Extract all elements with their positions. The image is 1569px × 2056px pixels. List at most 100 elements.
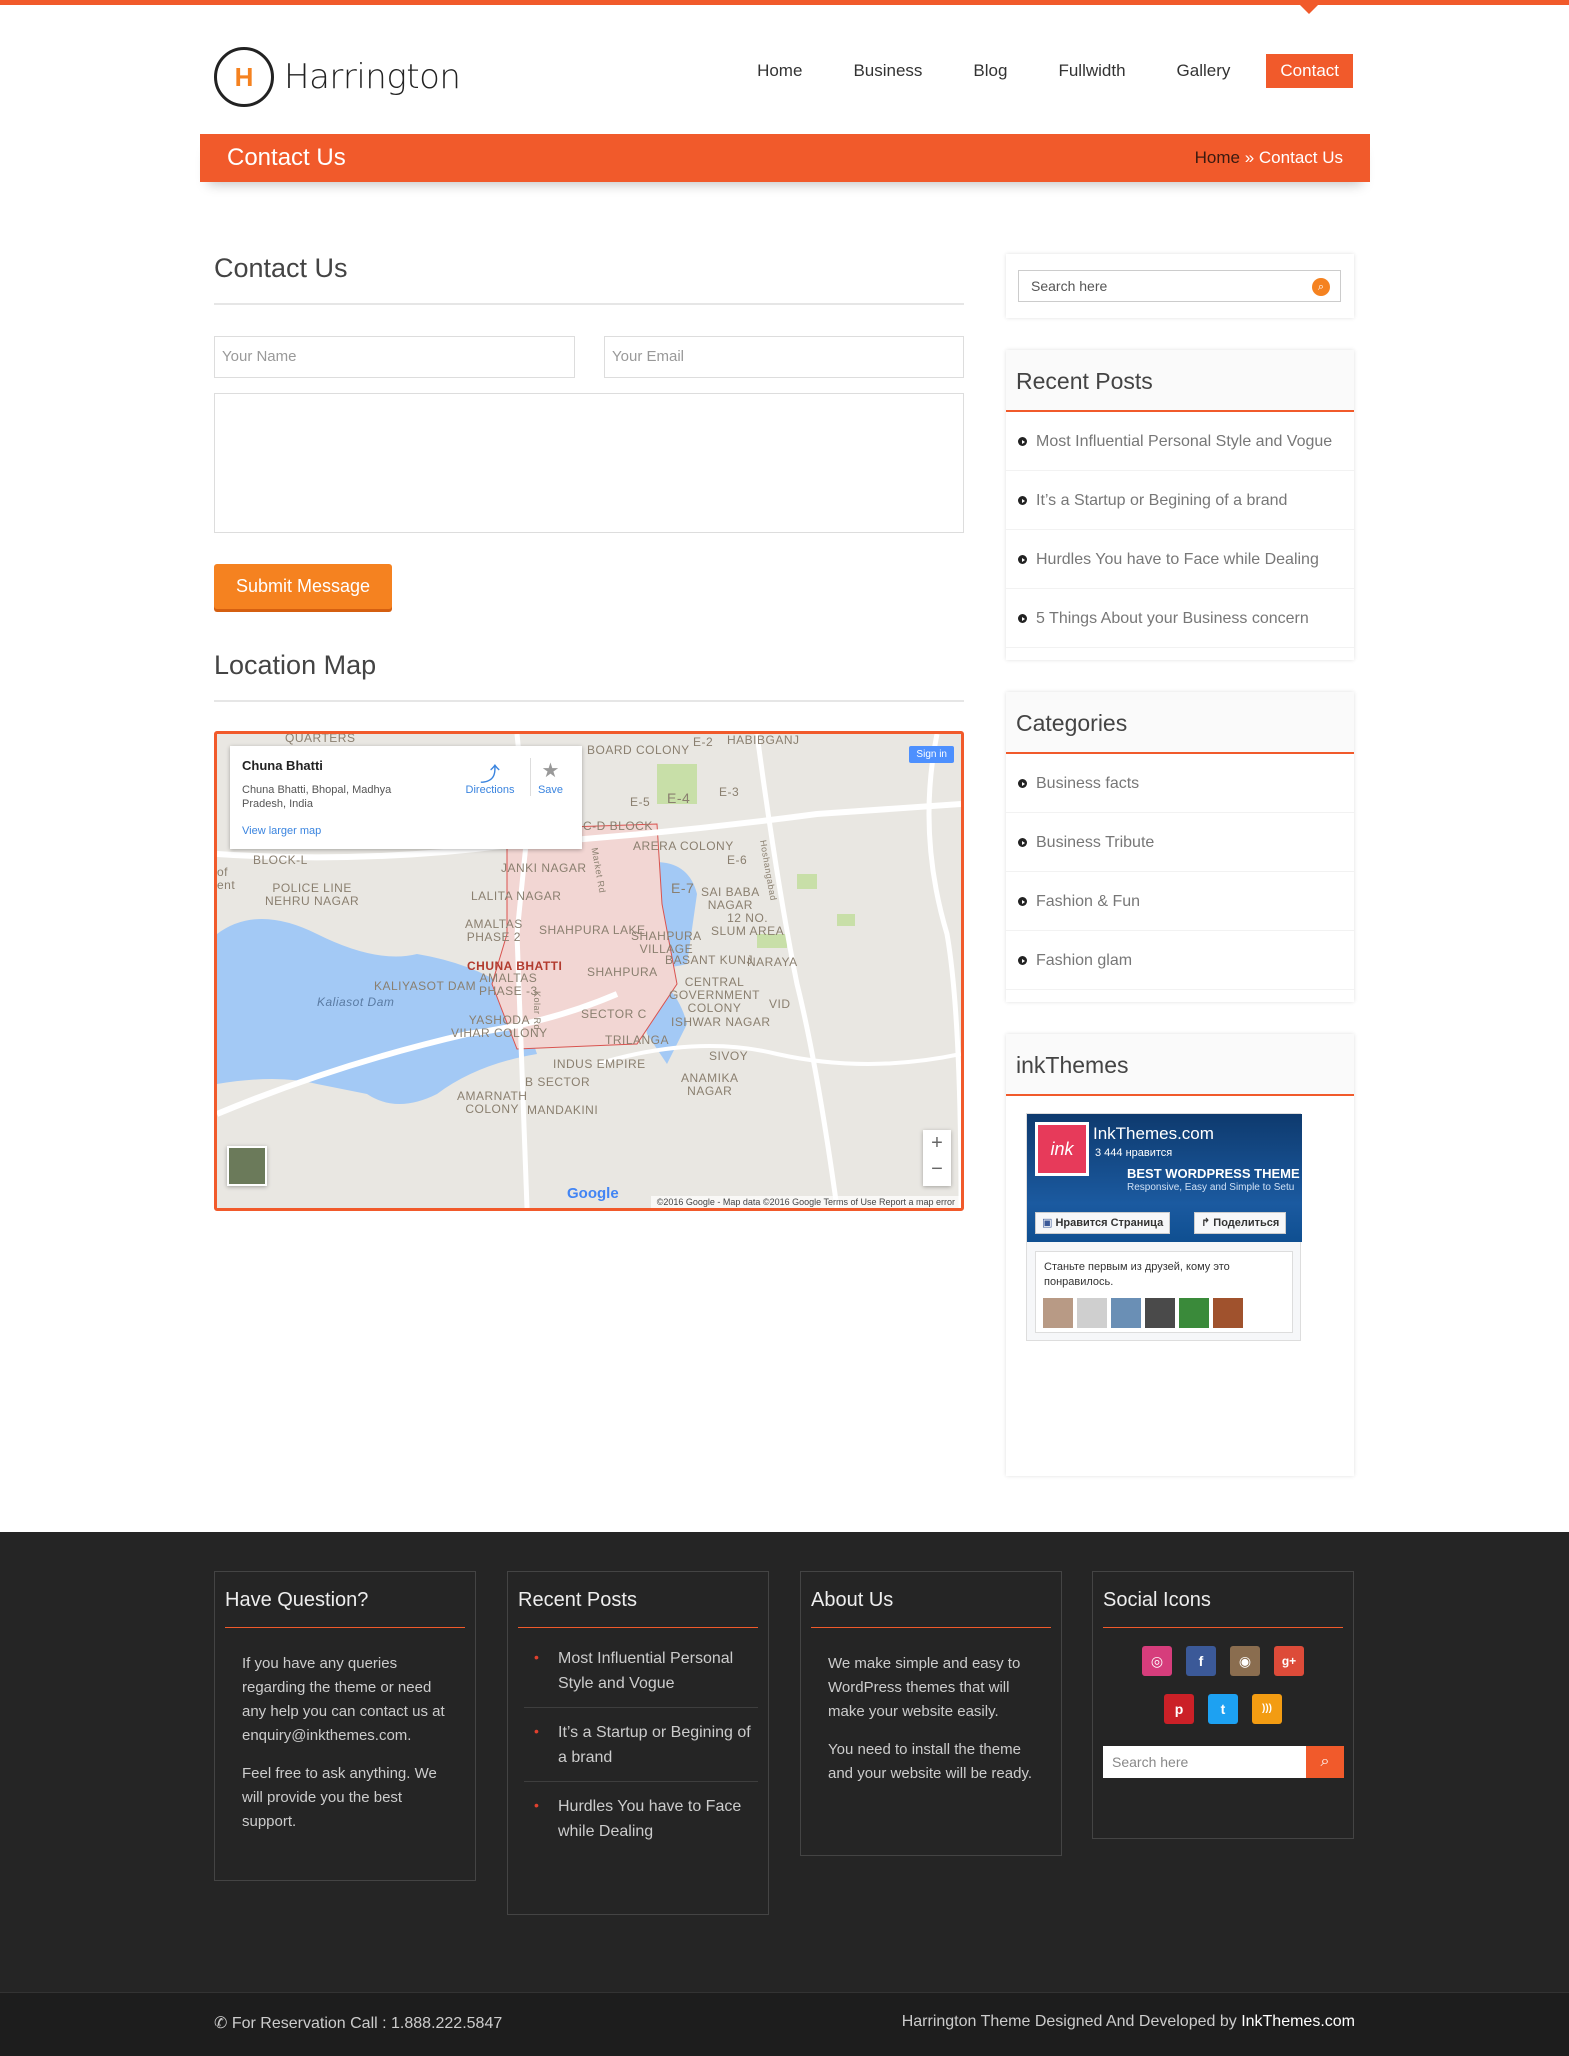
top-accent-notch [1300,5,1318,14]
search-icon[interactable]: ⌕ [1306,1746,1344,1778]
category-link[interactable]: Fashion glam [1006,931,1354,990]
category-link[interactable]: Business facts [1006,754,1354,813]
satellite-toggle[interactable] [227,1146,267,1186]
sidebar-search-input[interactable]: Search here ⌕ [1018,270,1341,302]
recent-post-link[interactable]: It’s a Startup or Begining of a brand [1006,471,1354,530]
facebook-icon: ▣ [1042,1217,1056,1229]
view-larger-map-link[interactable]: View larger map [242,825,570,837]
footer-recent-title: Recent Posts [518,1572,758,1628]
contact-heading: Contact Us [214,253,348,283]
recent-post-link[interactable]: Hurdles You have to Face while Dealing [1006,530,1354,589]
save-button[interactable]: ★ Save [530,758,570,796]
map-sign-in-button[interactable]: Sign in [909,746,954,763]
reservation-call: ✆ For Reservation Call : 1.888.222.5847 [214,2013,502,2033]
map-label-e3: E-3 [719,785,740,799]
avatar[interactable] [1077,1298,1107,1328]
map-label-vid: VID [769,997,791,1011]
facebook-like-count: 3 444 нравится [1095,1147,1173,1159]
nav-fullwidth[interactable]: Fullwidth [1058,54,1125,88]
category-link[interactable]: Business Tribute [1006,813,1354,872]
social-icon-list: ◎ f ◉ g+ p t ))) [1103,1628,1343,1724]
map-label-e2: E-2 [693,735,714,749]
footer-social-icons: Social Icons ◎ f ◉ g+ p t ))) Search her… [1092,1571,1354,1839]
map-attribution[interactable]: ©2016 Google - Map data ©2016 Google Ter… [650,1196,961,1208]
google-plus-icon[interactable]: g+ [1274,1646,1304,1676]
cover-title: BEST WORDPRESS THEME [1127,1166,1300,1181]
footer-question-text: If you have any queries regarding the th… [242,1655,445,1744]
facebook-icon[interactable]: f [1186,1646,1216,1676]
avatar[interactable] [1043,1298,1073,1328]
map-label-arera-colony: ARERA COLONY [633,839,734,853]
avatar[interactable] [1111,1298,1141,1328]
facebook-share-button[interactable]: ↱ Поделиться [1194,1212,1287,1234]
footer-about-title: About Us [811,1572,1051,1628]
map-info-card: Chuna Bhatti Chuna Bhatti, Bhopal, Madhy… [230,746,582,849]
footer-post-link[interactable]: It’s a Startup or Begining of a brand [524,1708,758,1782]
map-label-e6: E-6 [727,853,748,867]
message-textarea[interactable] [214,393,964,533]
sidebar-search-placeholder: Search here [1031,278,1108,294]
category-link[interactable]: Fashion & Fun [1006,872,1354,931]
email-input[interactable]: Your Email [604,336,964,378]
nav-business[interactable]: Business [853,54,922,88]
categories-widget: Categories Business facts Business Tribu… [1006,692,1354,1002]
location-divider [214,700,964,702]
directions-button[interactable]: ⤴ Directions [460,758,520,796]
map-label-kaliasot-dam-water: Kaliasot Dam [317,995,395,1009]
footer-search-input[interactable]: Search here ⌕ [1103,1746,1344,1778]
map-label-amarnath: AMARNATH COLONY [457,1089,528,1116]
submit-message-button[interactable]: Submit Message [214,564,392,609]
facebook-friends-text: Станьте первым из друзей, кому это понра… [1044,1261,1230,1288]
nav-contact[interactable]: Contact [1266,54,1353,88]
map-label-kaliyasot-dam: KALIYASOT DAM [374,979,477,993]
credit-label: Harrington Theme Designed And Developed … [901,2013,1242,2030]
credit-link[interactable]: InkThemes.com [1241,2013,1355,2030]
instagram-icon[interactable]: ◉ [1230,1646,1260,1676]
dribbble-icon[interactable]: ◎ [1142,1646,1172,1676]
logo-mark: H [214,47,274,107]
map-road-kolar: Kolar Rd [532,990,543,1031]
map-label-lalita-nagar: LALITA NAGAR [471,889,562,903]
map-label-e4: E-4 [667,790,691,806]
facebook-faces [1043,1298,1247,1328]
nav-home[interactable]: Home [757,54,802,88]
zoom-out-button[interactable]: − [923,1156,951,1182]
footer-post-link[interactable]: Hurdles You have to Face while Dealing [524,1782,758,1855]
rss-icon[interactable]: ))) [1252,1694,1282,1724]
categories-title: Categories [1006,692,1354,754]
zoom-in-button[interactable]: + [923,1130,951,1156]
recent-post-link[interactable]: 5 Things About your Business concern [1006,589,1354,648]
facebook-like-button[interactable]: ▣ Нравится Страница [1035,1212,1171,1234]
map-label-amaltas-2: AMALTAS PHASE 2 [465,917,523,944]
map-label-shahpura: SHAHPURA [587,965,658,979]
map-label-board-colony: BOARD COLONY [587,743,690,757]
map-label-sector-c: SECTOR C [581,1007,647,1021]
map-label-e5: E-5 [630,795,651,809]
map-label-habibganj: HABIBGANJ [727,733,800,747]
page-title: Contact Us [227,144,346,171]
name-input[interactable]: Your Name [214,336,575,378]
twitter-icon[interactable]: t [1208,1694,1238,1724]
footer-have-question: Have Question? If you have any queries r… [214,1571,476,1881]
pinterest-icon[interactable]: p [1164,1694,1194,1724]
facebook-page-name[interactable]: InkThemes.com [1093,1124,1214,1144]
avatar[interactable] [1179,1298,1209,1328]
contact-divider [214,303,964,305]
avatar[interactable] [1213,1298,1243,1328]
site-logo[interactable]: H Harrington [214,47,461,107]
search-icon[interactable]: ⌕ [1312,278,1330,296]
map-zoom-control: + − [923,1130,951,1186]
map-card-address: Chuna Bhatti, Bhopal, Madhya Pradesh, In… [242,784,392,810]
location-map[interactable]: BOARD COLONY QUARTERS E-2 HABIBGANJ E-5 … [214,731,964,1211]
breadcrumb-home[interactable]: Home [1195,148,1240,167]
map-label-narayan: NARAYA [747,955,798,969]
facebook-page-plugin[interactable]: ink InkThemes.com 3 444 нравится BEST WO… [1026,1113,1302,1341]
nav-gallery[interactable]: Gallery [1177,54,1231,88]
nav-blog[interactable]: Blog [973,54,1007,88]
map-label-cd-block: C-D BLOCK [583,819,653,833]
avatar[interactable] [1145,1298,1175,1328]
recent-post-link[interactable]: Most Influential Personal Style and Vogu… [1006,412,1354,471]
footer-post-link[interactable]: Most Influential Personal Style and Vogu… [524,1634,758,1708]
map-label-anamika: ANAMIKA NAGAR [681,1071,739,1098]
main-nav: Home Business Blog Fullwidth Gallery Con… [706,54,1353,88]
